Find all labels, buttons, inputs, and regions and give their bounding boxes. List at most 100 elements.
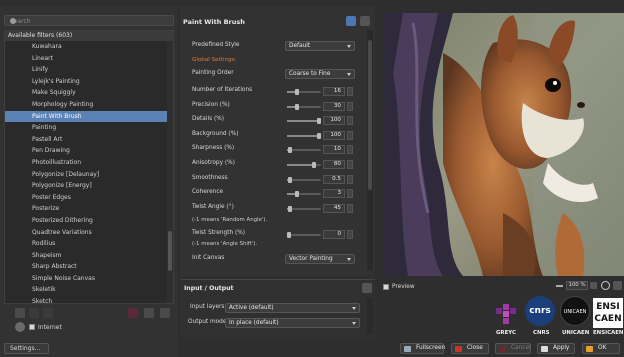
twist-strength-spin-arrows[interactable]: [347, 230, 353, 239]
params-scroll-thumb[interactable]: [368, 40, 372, 190]
param-spinbox[interactable]: 80: [323, 160, 345, 169]
io-title: Input / Output: [184, 285, 234, 292]
filter-list-scroll-thumb[interactable]: [168, 231, 172, 271]
param-slider[interactable]: [287, 118, 321, 125]
output-mode-value: In place (default): [229, 320, 279, 326]
io-scrollbar[interactable]: [367, 298, 373, 334]
param-spinbox[interactable]: 30: [323, 101, 345, 111]
filter-list-item[interactable]: Painting: [5, 122, 173, 134]
param-slider-knob[interactable]: [288, 176, 293, 183]
filter-list-item[interactable]: Polygonize [Energy]: [5, 180, 173, 192]
filter-list-item[interactable]: Polygonize [Delaunay]: [5, 169, 173, 181]
close-button[interactable]: Close: [451, 343, 489, 354]
zoom-dropdown-icon[interactable]: [590, 282, 597, 289]
filter-list-item[interactable]: Kuwahara: [5, 41, 173, 53]
remove-fave-icon[interactable]: [29, 308, 39, 318]
filter-list-item[interactable]: Morphology Painting: [5, 99, 173, 111]
clear-search-icon[interactable]: [10, 18, 16, 24]
rename-fave-icon[interactable]: [43, 308, 53, 318]
filter-list-item[interactable]: Sketch: [5, 296, 173, 303]
param-slider-knob[interactable]: [295, 191, 300, 198]
preview-checkbox[interactable]: [383, 284, 389, 290]
param-slider-knob[interactable]: [317, 132, 321, 139]
settings-button[interactable]: Settings...: [4, 343, 49, 354]
param-spin-arrows[interactable]: [347, 174, 353, 184]
download-icon[interactable]: [160, 308, 170, 318]
fullscreen-button[interactable]: Fullscreen: [400, 343, 445, 354]
param-slider[interactable]: [287, 191, 321, 198]
painting-order-select[interactable]: Coarse to Fine: [285, 69, 355, 79]
param-slider[interactable]: [287, 176, 321, 183]
filter-list-item[interactable]: Quadtree Variations: [5, 227, 173, 239]
param-slider[interactable]: [287, 205, 321, 212]
param-slider[interactable]: [287, 162, 321, 168]
param-spin-arrows[interactable]: [347, 203, 353, 213]
zoom-level[interactable]: 100 %: [566, 281, 588, 290]
filter-list-item[interactable]: Photoillustration: [5, 157, 173, 169]
random-params-icon[interactable]: [128, 308, 138, 318]
input-layers-label: Input layers: [190, 304, 225, 310]
param-spin-arrows[interactable]: [347, 116, 353, 126]
zoom-fit-icon[interactable]: [613, 281, 622, 290]
reset-io-icon[interactable]: [362, 283, 372, 293]
preview-image[interactable]: [383, 13, 624, 276]
param-spin-arrows[interactable]: [347, 87, 353, 96]
input-layers-select[interactable]: Active (default): [225, 303, 360, 313]
param-spin-arrows[interactable]: [347, 130, 353, 140]
reset-params-icon[interactable]: [360, 16, 370, 26]
filter-list-item[interactable]: Lineart: [5, 53, 173, 65]
twist-strength-spinbox[interactable]: 0: [323, 230, 345, 239]
filter-list-item[interactable]: Lylejk's Painting: [5, 76, 173, 88]
param-slider[interactable]: [287, 132, 321, 139]
param-spinbox[interactable]: 45: [323, 203, 345, 213]
param-spinbox[interactable]: 3: [323, 189, 345, 199]
param-slider-knob[interactable]: [317, 118, 321, 125]
predefined-style-select[interactable]: Default: [285, 41, 355, 51]
filter-list-item[interactable]: Sharp Abstract: [5, 261, 173, 273]
param-spin-arrows[interactable]: [347, 101, 353, 111]
filter-list-item[interactable]: Rodilius: [5, 238, 173, 250]
visibility-list-icon[interactable]: [144, 308, 154, 318]
filter-list-item[interactable]: Poster Edges: [5, 192, 173, 204]
param-spin-arrows[interactable]: [347, 145, 353, 155]
filter-list[interactable]: Available filters (603) Kuwahara Lineart L…: [4, 30, 174, 304]
param-slider-knob[interactable]: [288, 205, 293, 212]
filter-list-item[interactable]: Linify: [5, 64, 173, 76]
param-spin-arrows[interactable]: [347, 189, 353, 199]
param-slider[interactable]: [287, 89, 321, 95]
filter-list-item[interactable]: Pen Drawing: [5, 145, 173, 157]
search-input[interactable]: Search: [4, 15, 174, 26]
refresh-filters-icon[interactable]: [15, 322, 25, 332]
param-slider-knob[interactable]: [295, 89, 300, 95]
filter-list-scrollbar[interactable]: [167, 41, 173, 303]
output-mode-select[interactable]: In place (default): [225, 318, 360, 328]
cancel-button[interactable]: Cancel: [495, 343, 531, 354]
filter-list-item[interactable]: Pastell Art: [5, 134, 173, 146]
copy-command-icon[interactable]: [346, 16, 356, 26]
filter-list-item[interactable]: Simple Noise Canvas: [5, 273, 173, 285]
zoom-out-icon[interactable]: [556, 285, 563, 287]
filter-list-item[interactable]: Posterize: [5, 203, 173, 215]
filter-list-item[interactable]: Posterized Dithering: [5, 215, 173, 227]
param-slider-knob[interactable]: [295, 103, 300, 110]
filter-list-item[interactable]: Make Squiggly: [5, 87, 173, 99]
add-fave-icon[interactable]: [15, 308, 25, 318]
param-slider-knob[interactable]: [312, 162, 317, 168]
param-spin-arrows[interactable]: [347, 160, 353, 169]
ok-button[interactable]: OK: [582, 343, 620, 354]
twist-strength-slider[interactable]: [287, 232, 321, 238]
param-slider[interactable]: [287, 103, 321, 110]
param-spinbox[interactable]: 16: [323, 87, 345, 96]
param-spinbox[interactable]: 0.5: [323, 174, 345, 184]
apply-button[interactable]: Apply: [537, 343, 575, 354]
param-spinbox[interactable]: 100: [323, 116, 345, 126]
param-spinbox[interactable]: 10: [323, 145, 345, 155]
param-spinbox[interactable]: 100: [323, 130, 345, 140]
filter-list-item[interactable]: Shapeism: [5, 250, 173, 262]
zoom-in-icon[interactable]: [601, 281, 610, 290]
filter-list-item[interactable]: Skeletik: [5, 284, 173, 296]
filter-list-item[interactable]: Paint With Brush: [5, 110, 173, 123]
init-canvas-select[interactable]: Vector Painting: [285, 254, 355, 264]
param-slider-knob[interactable]: [288, 147, 293, 154]
internet-checkbox[interactable]: [29, 324, 35, 330]
